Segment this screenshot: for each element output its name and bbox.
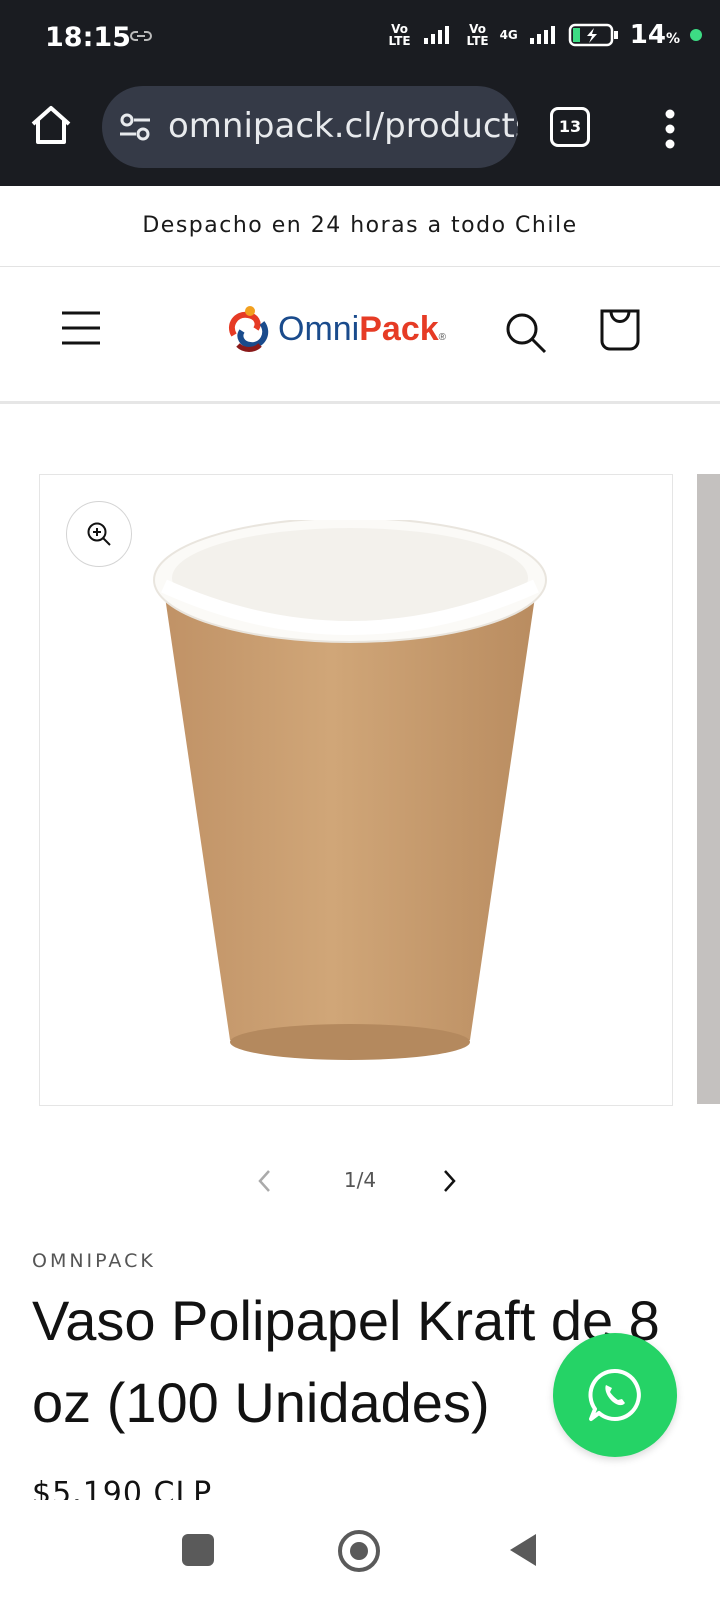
- product-image-cup[interactable]: [150, 520, 550, 1080]
- search-icon[interactable]: [504, 311, 548, 355]
- signal-icon-2: [529, 26, 555, 44]
- status-time: 18:15: [45, 22, 131, 53]
- next-product-image-peek[interactable]: [697, 474, 720, 1104]
- url-text[interactable]: omnipack.cl/products/vaso: [168, 106, 518, 146]
- recent-apps-button[interactable]: [182, 1534, 214, 1566]
- system-home-button[interactable]: [338, 1530, 380, 1572]
- status-indicators: Vo LTE Vo LTE 4G 14%: [388, 20, 702, 50]
- browser-chrome: 18:15 Vo LTE Vo LTE 4G 14% omnipack.cl/p…: [0, 0, 720, 186]
- link-icon: [130, 31, 152, 41]
- battery-value: 14: [629, 20, 666, 50]
- network-label: 4G: [499, 28, 518, 42]
- logo-text-omni: Omni: [278, 309, 360, 348]
- whatsapp-icon: [588, 1368, 641, 1421]
- zoom-button[interactable]: [66, 501, 132, 567]
- site-logo[interactable]: OmniPack®: [226, 305, 446, 353]
- battery-percent: 14%: [630, 20, 680, 50]
- more-vert-icon[interactable]: [650, 106, 690, 152]
- address-bar[interactable]: omnipack.cl/products/vaso: [102, 86, 518, 168]
- whatsapp-chat-button[interactable]: [553, 1333, 677, 1457]
- logo-text-pack: Pack: [359, 309, 439, 348]
- chevron-left-icon[interactable]: [256, 1168, 272, 1194]
- signal-icon: [423, 26, 449, 44]
- logo-wordmark: OmniPack®: [278, 310, 446, 349]
- logo-registered: ®: [438, 331, 447, 343]
- site-header: OmniPack®: [0, 267, 720, 404]
- zoom-in-icon: [87, 522, 111, 546]
- announcement-bar: Despacho en 24 horas a todo Chile: [0, 186, 720, 267]
- system-navigation-bar: [0, 1500, 720, 1600]
- product-vendor: OMNIPACK: [32, 1250, 156, 1272]
- back-icon[interactable]: [508, 1532, 538, 1568]
- tune-icon[interactable]: [118, 110, 152, 144]
- menu-icon[interactable]: [60, 307, 102, 349]
- sim1-label: Vo LTE: [388, 22, 411, 48]
- home-icon[interactable]: [28, 102, 74, 148]
- battery-unit: %: [665, 31, 680, 47]
- omnipack-logo-mark-icon: [228, 306, 269, 352]
- battery-icon: [568, 23, 618, 47]
- chevron-right-icon[interactable]: [442, 1168, 458, 1194]
- gallery-pagination: 1/4: [0, 1160, 720, 1204]
- tab-switcher-button[interactable]: 13: [550, 107, 590, 147]
- sim2-label: Vo LTE: [466, 22, 489, 48]
- privacy-indicator: [690, 29, 702, 41]
- cart-icon[interactable]: [598, 307, 642, 353]
- gallery-counter: 1/4: [343, 1168, 377, 1192]
